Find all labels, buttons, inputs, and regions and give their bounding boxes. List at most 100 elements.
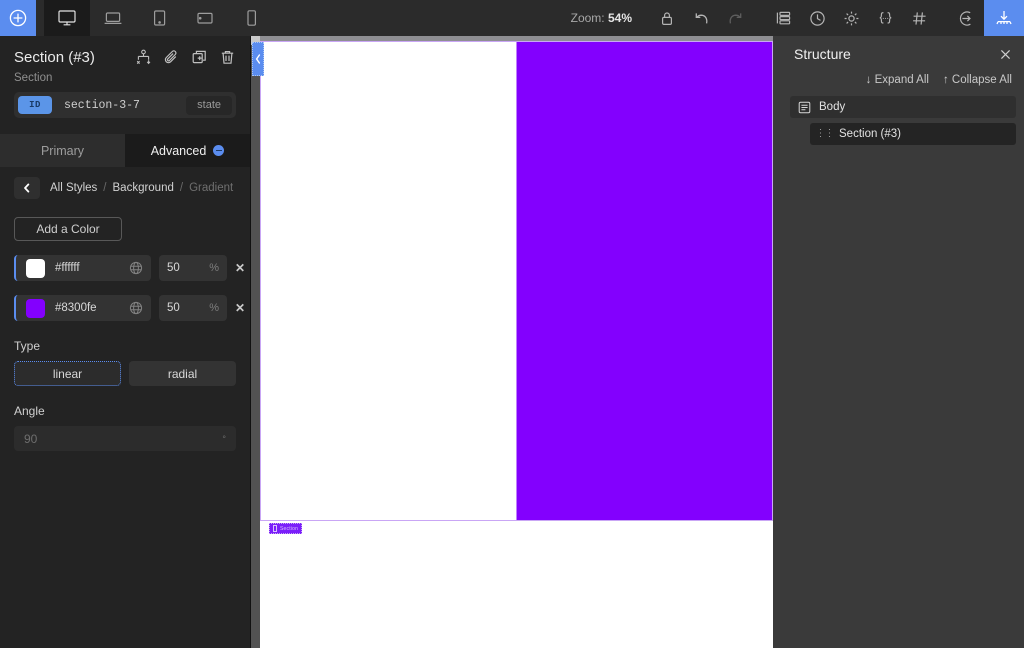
tab-advanced-label: Advanced [150, 143, 207, 158]
settings-button[interactable] [834, 0, 868, 36]
minus-badge-icon [213, 145, 225, 156]
tab-advanced[interactable]: Advanced [125, 134, 250, 167]
lock-button[interactable] [650, 0, 684, 36]
collapse-all-button[interactable]: ↑ Collapse All [943, 74, 1012, 86]
toolbar-divider [752, 0, 766, 36]
tablet-landscape-icon [195, 10, 215, 26]
layers-list-icon [775, 10, 792, 26]
angle-label: Angle [14, 404, 45, 418]
zoom-indicator[interactable]: Zoom: 54% [571, 11, 632, 25]
top-toolbar: Zoom: 54% [0, 0, 1024, 36]
section-element[interactable] [260, 41, 773, 521]
redo-button[interactable] [718, 0, 752, 36]
breadcrumb-item-gradient: Gradient [189, 182, 234, 194]
expand-all-button[interactable]: ↓ Expand All [866, 74, 929, 86]
color-field[interactable]: #ffffff [14, 255, 151, 281]
angle-value: 90 [24, 431, 38, 446]
color-field[interactable]: #8300fe [14, 295, 151, 321]
stop-percent-input[interactable]: 50 % [159, 295, 227, 321]
trash-icon [219, 49, 236, 66]
close-structure-button[interactable] [999, 48, 1012, 61]
undo-arrow-icon [693, 10, 710, 27]
structure-tree: Body ⋮⋮ Section (#3) [782, 96, 1024, 145]
close-x-icon [999, 48, 1012, 61]
color-swatch[interactable] [26, 298, 45, 318]
zoom-prefix: Zoom: [570, 11, 605, 25]
link-button[interactable] [162, 48, 180, 66]
chevron-left-icon [21, 182, 33, 194]
exit-button[interactable] [950, 0, 984, 36]
toolbar-divider-2 [936, 0, 950, 36]
canvas-scrollbar-right[interactable] [773, 36, 782, 648]
structure-panel-header: Structure [782, 36, 1024, 62]
drag-grip-icon[interactable]: ⋮⋮ [816, 128, 835, 141]
state-button[interactable]: state [186, 95, 232, 115]
desktop-monitor-icon [57, 9, 77, 27]
device-toolbar [44, 0, 274, 36]
history-button[interactable] [800, 0, 834, 36]
exit-arrow-icon [959, 10, 976, 27]
tree-item-label: Body [819, 101, 846, 113]
layers-button[interactable] [766, 0, 800, 36]
code-button[interactable] [868, 0, 902, 36]
stop-percent-input[interactable]: 50 % [159, 255, 227, 281]
undo-button[interactable] [684, 0, 718, 36]
stop-percent-unit: % [209, 302, 219, 314]
canvas-scrollbar-left[interactable] [251, 36, 260, 648]
device-tablet-landscape-button[interactable] [182, 0, 228, 36]
gradient-type-radial-button[interactable]: radial [129, 361, 236, 386]
tree-item-section[interactable]: ⋮⋮ Section (#3) [810, 123, 1016, 145]
lock-icon [660, 10, 674, 27]
properties-panel: Section (#3) Section ID section-3-7 stat… [0, 36, 251, 648]
mobile-phone-icon [245, 9, 258, 27]
device-laptop-button[interactable] [90, 0, 136, 36]
grid-button[interactable] [902, 0, 936, 36]
breadcrumb-separator-2: / [179, 182, 184, 194]
page-canvas[interactable]: Section [260, 41, 773, 648]
reparent-node-button[interactable] [134, 48, 152, 66]
panel-tabs: Primary Advanced [0, 134, 250, 167]
duplicate-button[interactable] [190, 48, 208, 66]
color-swatch[interactable] [26, 258, 45, 278]
publish-button[interactable] [984, 0, 1024, 36]
gradient-type-linear-button[interactable]: linear [14, 361, 122, 386]
laptop-icon [103, 10, 123, 26]
breadcrumb-item-background[interactable]: Background [113, 182, 174, 194]
add-element-button[interactable] [0, 0, 36, 36]
curly-braces-icon [877, 10, 894, 26]
stop-percent-value: 50 [167, 302, 180, 314]
breadcrumb-item-all-styles[interactable]: All Styles [50, 182, 97, 194]
redo-arrow-icon [727, 10, 744, 27]
reparent-node-icon [135, 49, 152, 66]
device-tablet-portrait-button[interactable] [136, 0, 182, 36]
hash-grid-icon [911, 10, 928, 27]
tree-item-body[interactable]: Body [790, 96, 1016, 118]
add-color-button[interactable]: Add a Color [14, 217, 122, 241]
breadcrumb-separator-1: / [103, 182, 107, 194]
breadcrumb-back-button[interactable] [14, 177, 40, 199]
color-hex-value[interactable]: #ffffff [45, 262, 129, 274]
section-label-badge[interactable]: Section [269, 523, 303, 534]
globe-icon[interactable] [129, 301, 143, 315]
remove-color-button[interactable]: ✕ [235, 261, 245, 275]
canvas-area[interactable]: Section [251, 36, 782, 648]
element-id-value[interactable]: section-3-7 [52, 99, 186, 112]
angle-input[interactable]: 90 ° [14, 426, 236, 451]
remove-color-button[interactable]: ✕ [235, 301, 245, 315]
type-label: Type [14, 339, 41, 353]
stop-percent-unit: % [209, 262, 219, 274]
panel-collapse-handle[interactable] [252, 42, 264, 76]
device-mobile-button[interactable] [228, 0, 274, 36]
panel-header: Section (#3) [0, 36, 250, 66]
color-hex-value[interactable]: #8300fe [45, 302, 129, 314]
delete-button[interactable] [218, 48, 236, 66]
tab-primary[interactable]: Primary [0, 134, 125, 167]
gradient-type-group: linear radial [14, 361, 236, 386]
device-desktop-button[interactable] [44, 0, 90, 36]
zoom-value: 54% [607, 11, 632, 25]
globe-icon[interactable] [129, 261, 143, 275]
element-type-label: Section [14, 72, 53, 84]
gradient-stop-row: #8300fe 50 % ✕ [14, 281, 245, 321]
app-root: Zoom: 54% Section (#3) Section ID sectio… [0, 0, 1024, 648]
body-document-icon [798, 101, 811, 114]
